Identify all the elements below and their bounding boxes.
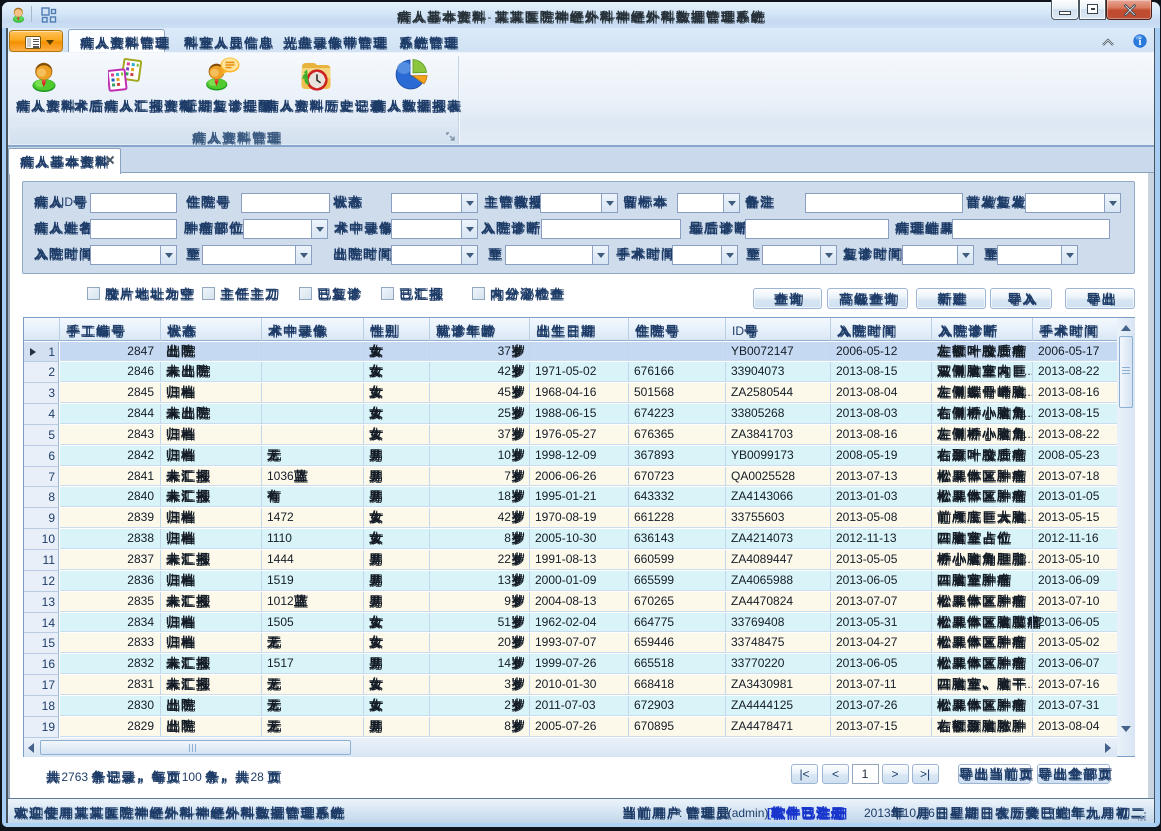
svg-text:i: i (1139, 37, 1142, 48)
